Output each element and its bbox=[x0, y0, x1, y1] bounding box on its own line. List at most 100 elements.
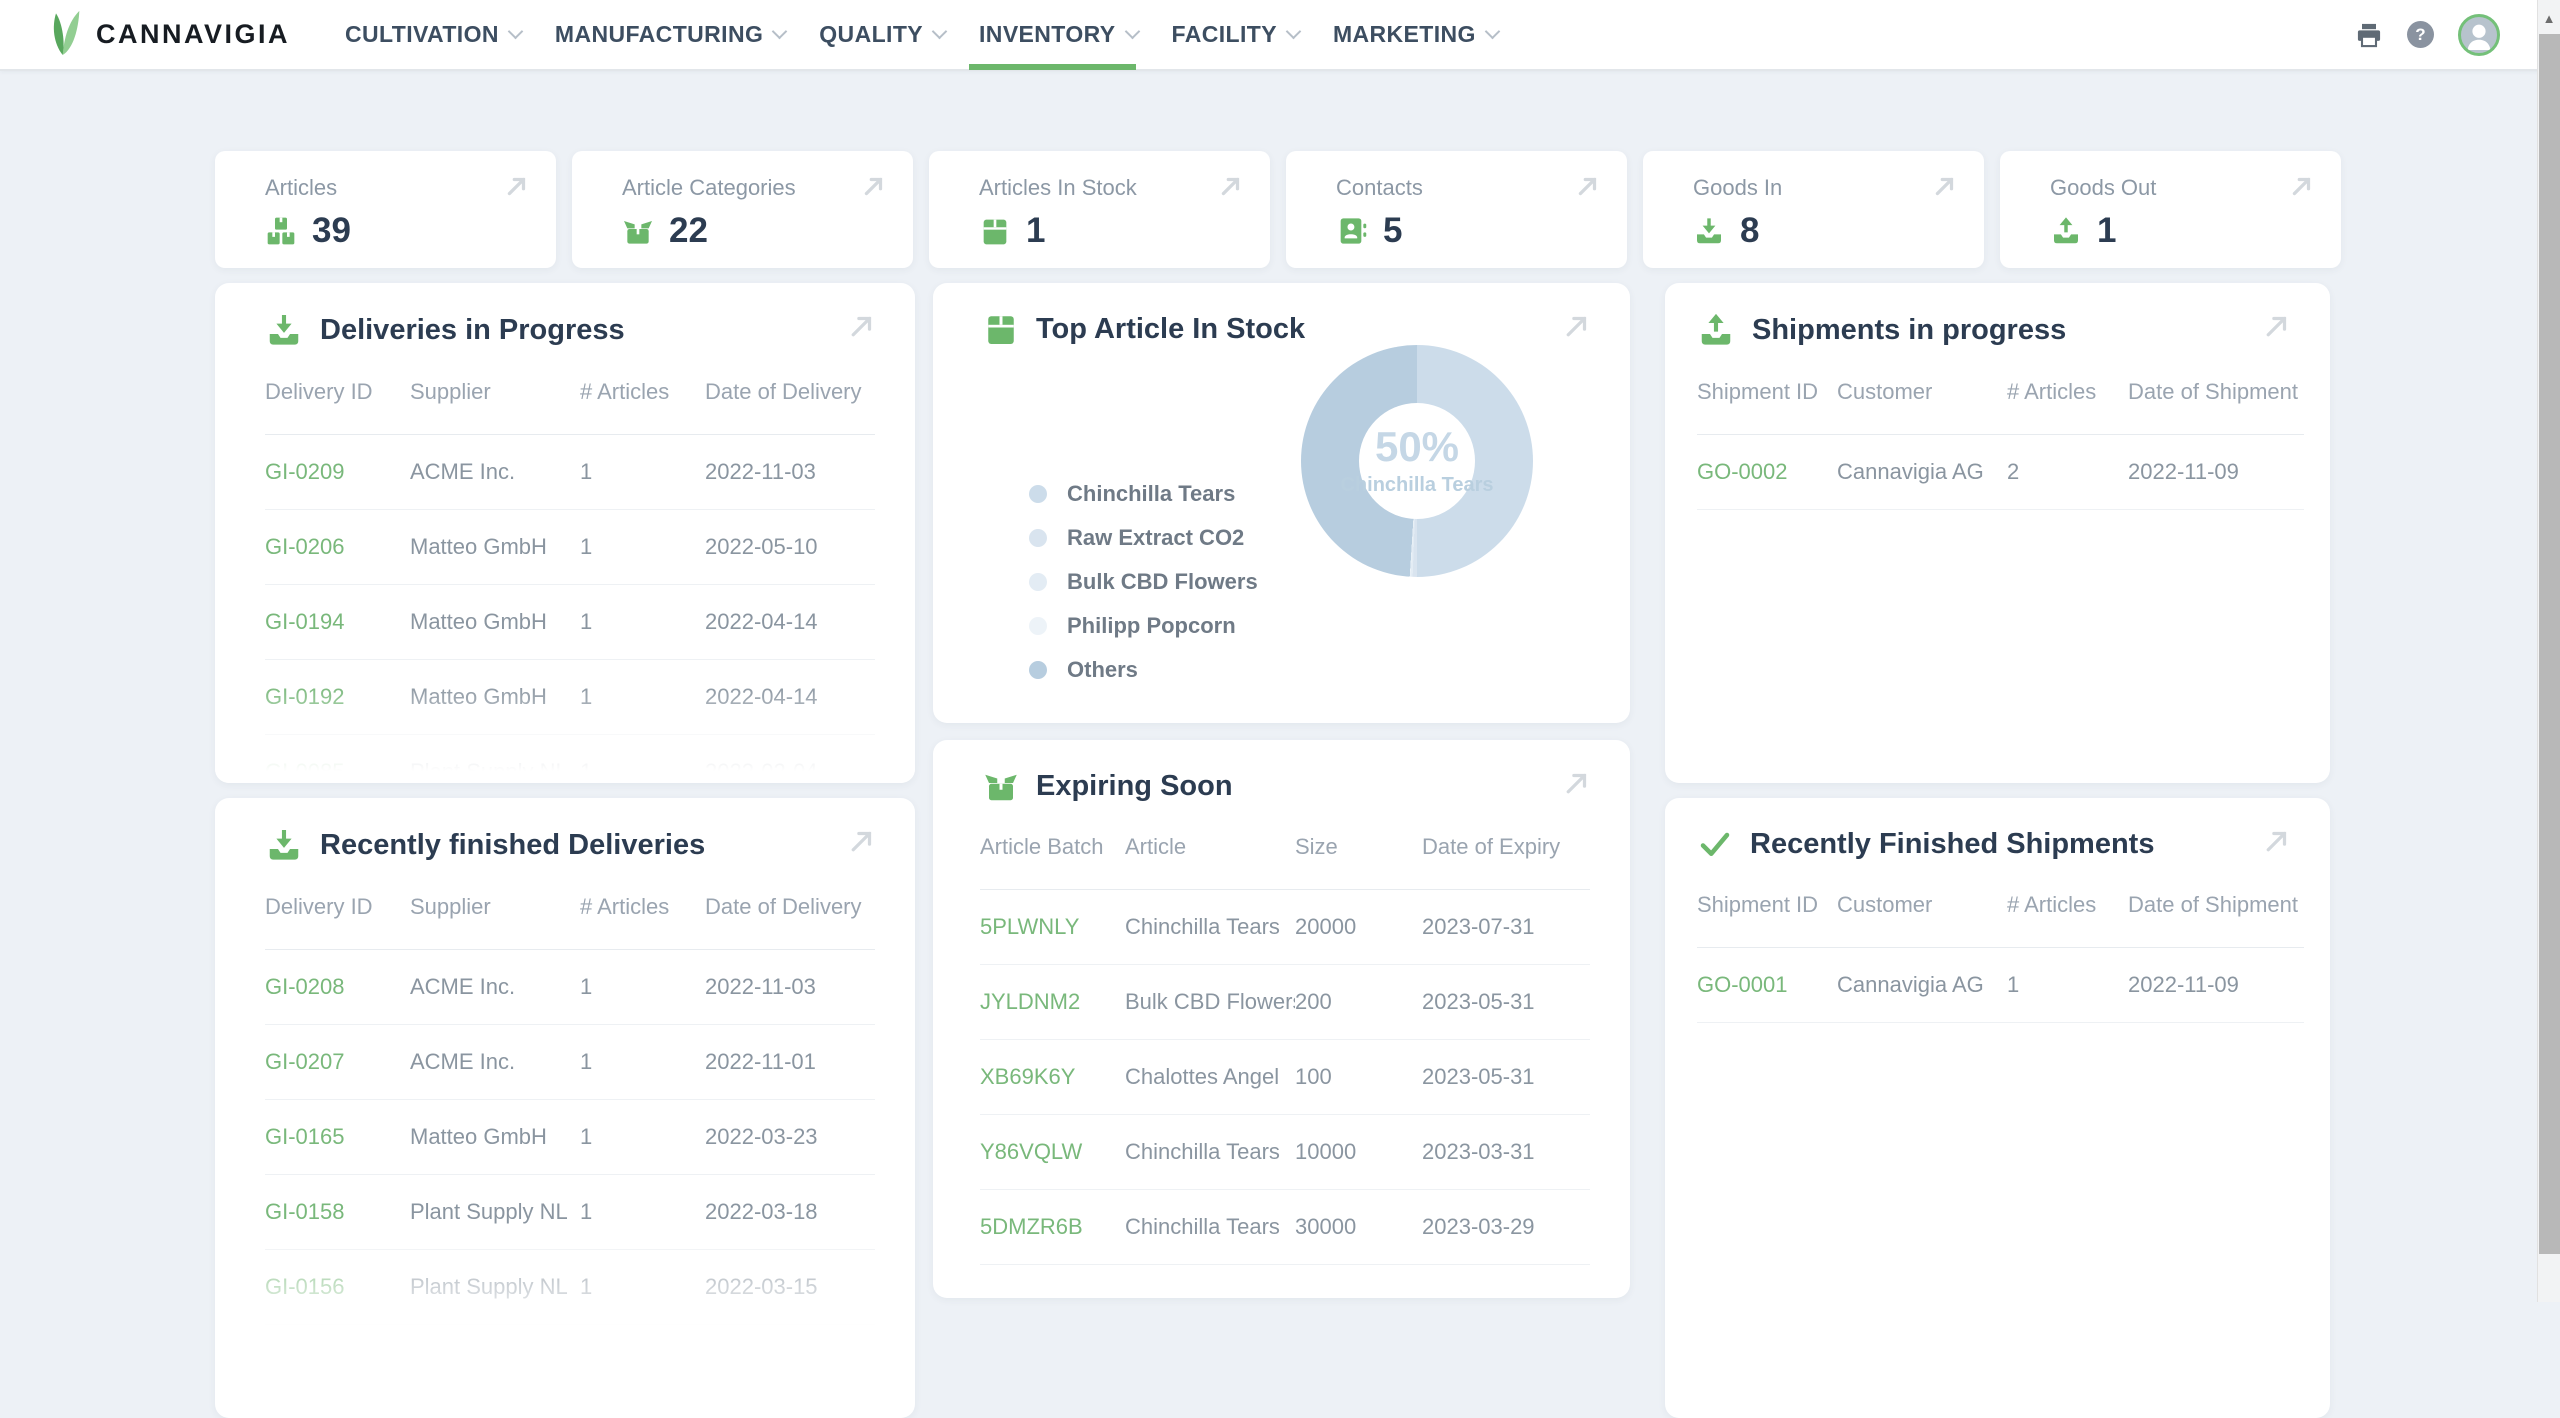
legend-item[interactable]: Chinchilla Tears bbox=[1029, 472, 1258, 516]
open-link-icon[interactable] bbox=[1932, 173, 1958, 199]
open-link-icon[interactable] bbox=[1562, 768, 1592, 798]
stat-card-articles-in-stock: Articles In Stock 1 bbox=[929, 151, 1270, 268]
open-link-icon[interactable] bbox=[2262, 826, 2292, 856]
table-cell: ACME Inc. bbox=[410, 1049, 580, 1075]
row-id-link[interactable]: 5PLWNLY bbox=[980, 914, 1125, 940]
row-id-link[interactable]: 5DMZR6B bbox=[980, 1214, 1125, 1240]
table-row: GI-0194Matteo GmbH12022-04-14 bbox=[265, 585, 875, 660]
table-cell: 2023-07-31 bbox=[1422, 914, 1590, 940]
avatar[interactable] bbox=[2458, 14, 2500, 56]
legend-item[interactable]: Raw Extract CO2 bbox=[1029, 516, 1258, 560]
legend-item[interactable]: Others bbox=[1029, 648, 1258, 692]
legend-dot-icon bbox=[1029, 529, 1047, 547]
table-row: 5PLWNLYChinchilla Tears200002023-07-31 bbox=[980, 890, 1590, 965]
row-id-link[interactable]: GI-0085 bbox=[265, 759, 410, 783]
legend-item[interactable]: Philipp Popcorn bbox=[1029, 604, 1258, 648]
table-row: JYLDNM2Bulk CBD Flowers2002023-05-31 bbox=[980, 965, 1590, 1040]
open-link-icon[interactable] bbox=[504, 173, 530, 199]
open-link-icon[interactable] bbox=[847, 311, 877, 341]
table-row: GI-0208ACME Inc.12022-11-03 bbox=[265, 950, 875, 1025]
table-row: Y86VQLWChinchilla Tears100002023-03-31 bbox=[980, 1115, 1590, 1190]
column-header: Date of Delivery bbox=[705, 894, 875, 920]
table-cell: 1 bbox=[580, 534, 705, 560]
legend-dot-icon bbox=[1029, 617, 1047, 635]
nav-label: QUALITY bbox=[819, 21, 923, 48]
deliveries-in-icon bbox=[265, 826, 303, 864]
chevron-down-icon bbox=[772, 24, 788, 40]
open-link-icon[interactable] bbox=[1218, 173, 1244, 199]
table-cell: 2022-05-10 bbox=[705, 534, 875, 560]
chart-legend: Chinchilla Tears Raw Extract CO2Bulk CBD … bbox=[1029, 472, 1258, 692]
scroll-thumb[interactable] bbox=[2539, 34, 2560, 1254]
panel-recently-finished-deliveries: Recently finished Deliveries Delivery ID… bbox=[215, 798, 915, 1418]
print-icon[interactable] bbox=[2355, 21, 2383, 49]
nav-item-manufacturing[interactable]: MANUFACTURING bbox=[555, 0, 785, 70]
brand-logo[interactable]: CANNAVIGIA bbox=[46, 9, 290, 61]
table-cell: Matteo GmbH bbox=[410, 534, 580, 560]
table-cell: 2022-03-15 bbox=[705, 1274, 875, 1300]
table-cell: ACME Inc. bbox=[410, 459, 580, 485]
panel-deliveries-in-progress: Deliveries in Progress Delivery IDSuppli… bbox=[215, 283, 915, 783]
panel-shipments-in-progress: Shipments in progress Shipment IDCustome… bbox=[1665, 283, 2330, 783]
table-row: GO-0002Cannavigia AG22022-11-09 bbox=[1697, 435, 2304, 510]
table-cell: 2022-04-14 bbox=[705, 684, 875, 710]
row-id-link[interactable]: XB69K6Y bbox=[980, 1064, 1125, 1090]
row-id-link[interactable]: GI-0156 bbox=[265, 1274, 410, 1300]
open-link-icon[interactable] bbox=[847, 826, 877, 856]
stat-card-article-categories: Article Categories 22 bbox=[572, 151, 913, 268]
open-box-icon bbox=[983, 768, 1019, 804]
panel-title: Deliveries in Progress bbox=[320, 314, 625, 347]
open-link-icon[interactable] bbox=[2262, 311, 2292, 341]
row-id-link[interactable]: GI-0194 bbox=[265, 609, 410, 635]
chevron-down-icon bbox=[508, 24, 524, 40]
shipments-out-icon bbox=[1697, 311, 1735, 349]
nav-label: MARKETING bbox=[1333, 21, 1476, 48]
open-link-icon[interactable] bbox=[861, 173, 887, 199]
row-id-link[interactable]: GO-0001 bbox=[1697, 972, 1837, 998]
row-id-link[interactable]: GI-0209 bbox=[265, 459, 410, 485]
open-link-icon[interactable] bbox=[2289, 173, 2315, 199]
panel-top-article-in-stock: Top Article In Stock Chinchilla TearsRaw… bbox=[933, 283, 1630, 723]
table-cell: Plant Supply NL bbox=[410, 759, 580, 783]
row-id-link[interactable]: GI-0206 bbox=[265, 534, 410, 560]
table-cell: 1 bbox=[580, 609, 705, 635]
table-cell: 1 bbox=[580, 1124, 705, 1150]
table-cell: ACME Inc. bbox=[410, 974, 580, 1000]
scrollbar: ▲ bbox=[2537, 0, 2560, 1302]
nav-item-marketing[interactable]: MARKETING bbox=[1333, 0, 1498, 70]
legend-label: Chinchilla Tears bbox=[1067, 481, 1235, 507]
legend-label: Philipp Popcorn bbox=[1067, 613, 1236, 639]
table-cell: 20000 bbox=[1295, 914, 1422, 940]
table-cell: 100 bbox=[1295, 1064, 1422, 1090]
table-cell: 2022-03-18 bbox=[705, 1199, 875, 1225]
nav-item-quality[interactable]: QUALITY bbox=[819, 0, 945, 70]
open-box-icon bbox=[622, 215, 654, 247]
legend-dot-icon bbox=[1029, 573, 1047, 591]
row-id-link[interactable]: GI-0192 bbox=[265, 684, 410, 710]
row-id-link[interactable]: GI-0207 bbox=[265, 1049, 410, 1075]
row-id-link[interactable]: JYLDNM2 bbox=[980, 989, 1125, 1015]
stat-label: Articles bbox=[265, 175, 530, 201]
scroll-up-button[interactable]: ▲ bbox=[2538, 6, 2560, 30]
open-link-icon[interactable] bbox=[1562, 311, 1592, 341]
nav-item-inventory[interactable]: INVENTORY bbox=[979, 0, 1138, 70]
user-icon bbox=[2461, 17, 2497, 53]
app-header: CANNAVIGIA CULTIVATION MANUFACTURING QUALI… bbox=[0, 0, 2560, 71]
stat-card-contacts: Contacts 5 bbox=[1286, 151, 1627, 268]
row-id-link[interactable]: GO-0002 bbox=[1697, 459, 1837, 485]
row-id-link[interactable]: Y86VQLW bbox=[980, 1139, 1125, 1165]
legend-item[interactable]: Bulk CBD Flowers bbox=[1029, 560, 1258, 604]
box-icon bbox=[979, 215, 1011, 247]
column-header: Supplier bbox=[410, 379, 580, 405]
open-link-icon[interactable] bbox=[1575, 173, 1601, 199]
row-id-link[interactable]: GI-0158 bbox=[265, 1199, 410, 1225]
nav-item-facility[interactable]: FACILITY bbox=[1172, 0, 1299, 70]
row-id-link[interactable]: GI-0165 bbox=[265, 1124, 410, 1150]
legend-dot-icon bbox=[1029, 485, 1047, 503]
help-icon[interactable]: ? bbox=[2407, 21, 2434, 48]
nav-item-cultivation[interactable]: CULTIVATION bbox=[345, 0, 521, 70]
table-cell: 1 bbox=[580, 1274, 705, 1300]
table-cell: Matteo GmbH bbox=[410, 1124, 580, 1150]
donut-chart[interactable] bbox=[1301, 345, 1533, 577]
row-id-link[interactable]: GI-0208 bbox=[265, 974, 410, 1000]
